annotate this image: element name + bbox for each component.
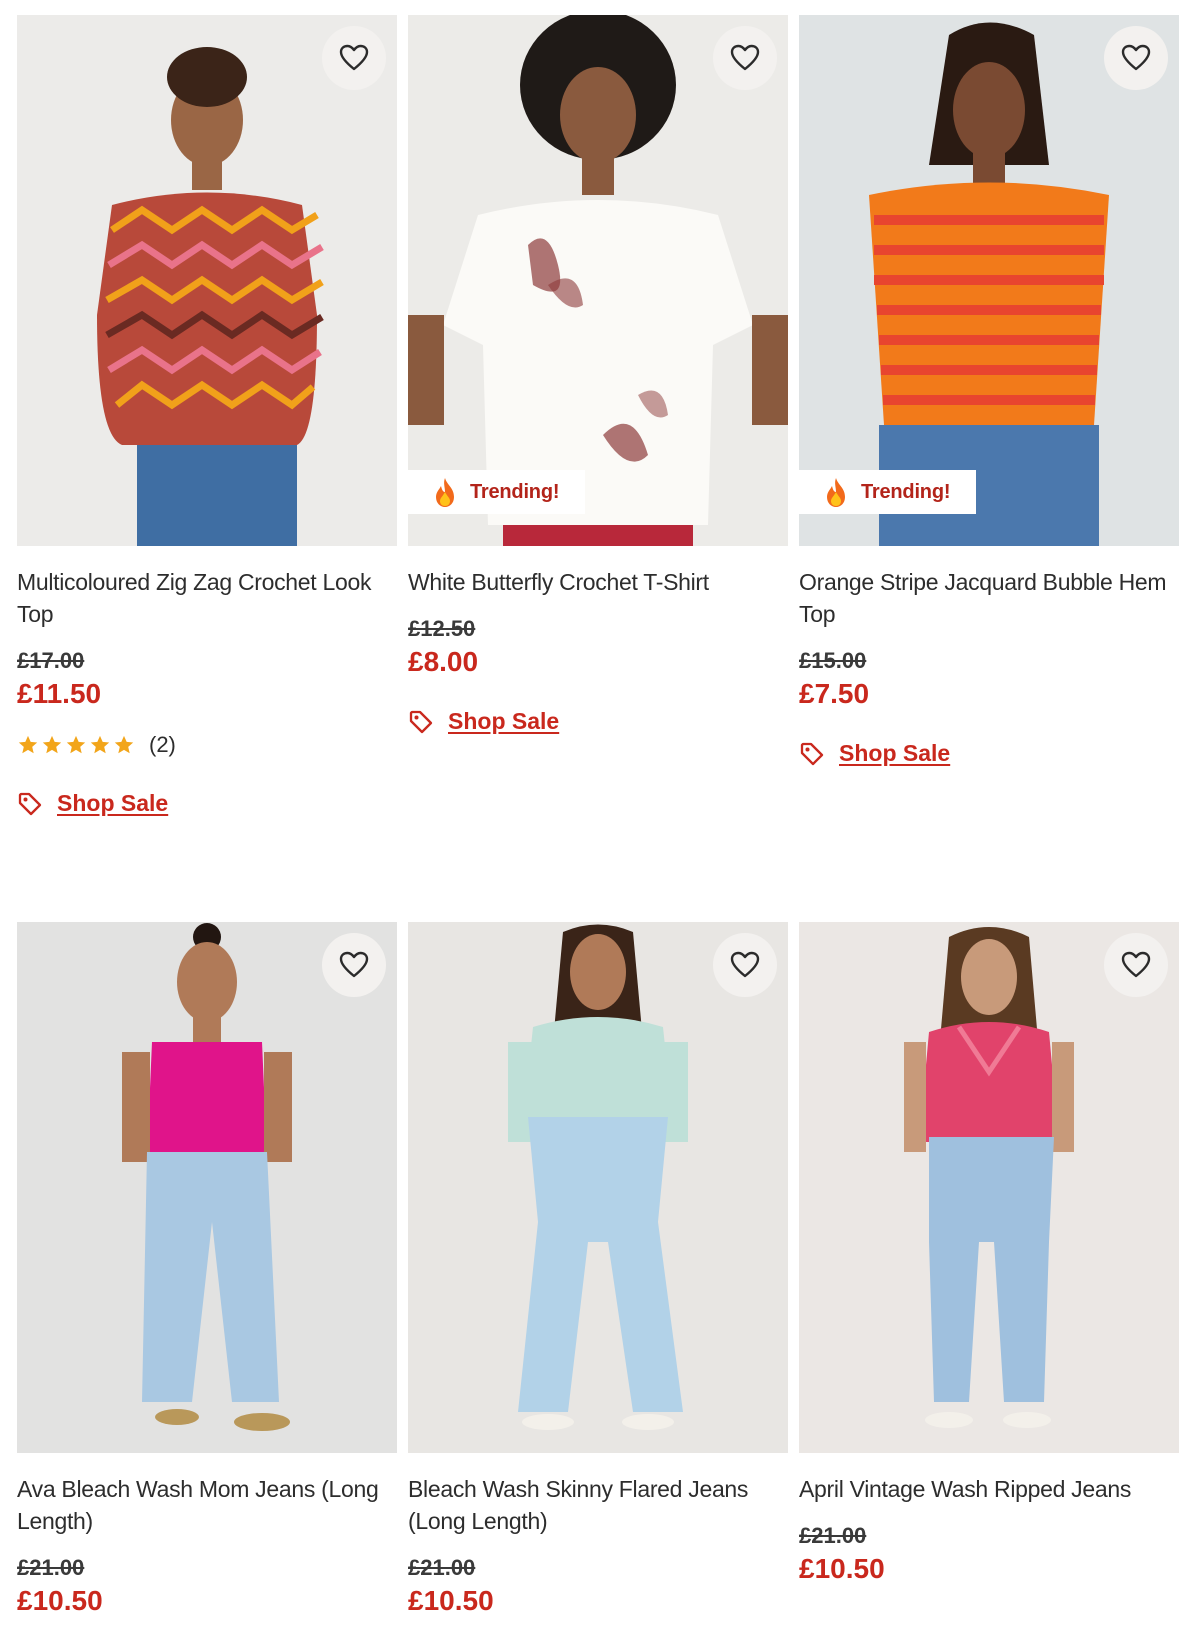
rating[interactable]: (2) [17,732,397,758]
product-image[interactable] [799,922,1179,1453]
star-icon [42,735,62,754]
heart-icon [730,44,760,71]
product-image[interactable]: Trending! [408,15,788,546]
sale-price: £10.50 [17,1585,103,1616]
heart-icon [339,44,369,71]
shop-sale-link[interactable]: Shop Sale [799,740,1179,767]
star-icon [90,735,110,754]
flame-icon [827,478,845,507]
badge-label: Trending! [470,480,560,503]
was-price: £12.50 [408,616,476,641]
rating-count: (2) [149,732,176,757]
wishlist-button[interactable] [322,26,386,90]
was-price: £21.00 [408,1555,476,1580]
shop-sale-label[interactable]: Shop Sale [839,740,950,767]
heart-icon [730,951,760,978]
product-card[interactable]: April Vintage Wash Ripped Jeans £21.00 £… [799,922,1179,1617]
star-icon [114,735,134,754]
product-image[interactable]: Trending! [799,15,1179,546]
product-card[interactable]: Ava Bleach Wash Mom Jeans (Long Length) … [17,922,397,1617]
product-photo [17,15,397,546]
product-card[interactable]: Trending! Orange Stripe Jacquard Bubble … [799,15,1179,817]
wishlist-button[interactable] [1104,933,1168,997]
sale-price: £11.50 [17,678,102,709]
product-title[interactable]: April Vintage Wash Ripped Jeans [799,1473,1179,1505]
was-price: £21.00 [17,1555,85,1580]
product-photo [408,922,788,1453]
wishlist-button[interactable] [713,26,777,90]
star-icon [18,735,38,754]
product-photo [408,15,788,546]
product-photo [17,922,397,1453]
tag-icon [800,742,824,765]
was-price: £21.00 [799,1523,867,1548]
star-rating [17,734,135,756]
product-title[interactable]: Ava Bleach Wash Mom Jeans (Long Length) [17,1473,397,1537]
sale-price: £8.00 [408,646,479,677]
heart-icon [339,951,369,978]
trending-badge: Trending! [408,470,585,514]
shop-sale-link[interactable]: Shop Sale [408,708,788,735]
product-row: Multicoloured Zig Zag Crochet Look Top £… [17,15,1179,817]
was-price: £15.00 [799,648,867,673]
product-title[interactable]: White Butterfly Crochet T-Shirt [408,566,788,598]
product-photo [799,15,1179,546]
product-card[interactable]: Trending! White Butterfly Crochet T-Shir… [408,15,788,817]
wishlist-button[interactable] [1104,26,1168,90]
product-title[interactable]: Bleach Wash Skinny Flared Jeans (Long Le… [408,1473,788,1537]
shop-sale-link[interactable]: Shop Sale [17,790,397,817]
shop-sale-label[interactable]: Shop Sale [448,708,559,735]
star-icon [66,735,86,754]
product-grid: Multicoloured Zig Zag Crochet Look Top £… [17,15,1179,1616]
product-image[interactable] [408,922,788,1453]
product-row: Ava Bleach Wash Mom Jeans (Long Length) … [17,922,1179,1617]
badge-label: Trending! [861,480,951,503]
wishlist-button[interactable] [322,933,386,997]
tag-icon [409,710,433,733]
product-image[interactable] [17,15,397,546]
shop-sale-label[interactable]: Shop Sale [57,790,168,817]
product-title[interactable]: Multicoloured Zig Zag Crochet Look Top [17,566,397,630]
heart-icon [1121,44,1151,71]
product-card[interactable]: Multicoloured Zig Zag Crochet Look Top £… [17,15,397,817]
heart-icon [1121,951,1151,978]
product-card[interactable]: Bleach Wash Skinny Flared Jeans (Long Le… [408,922,788,1617]
product-title[interactable]: Orange Stripe Jacquard Bubble Hem Top [799,566,1179,630]
flame-icon [436,478,454,507]
tag-icon [18,792,42,815]
sale-price: £7.50 [799,678,870,709]
sale-price: £10.50 [408,1585,494,1616]
was-price: £17.00 [17,648,85,673]
product-photo [799,922,1179,1453]
wishlist-button[interactable] [713,933,777,997]
product-image[interactable] [17,922,397,1453]
sale-price: £10.50 [799,1553,885,1584]
trending-badge: Trending! [799,470,976,514]
